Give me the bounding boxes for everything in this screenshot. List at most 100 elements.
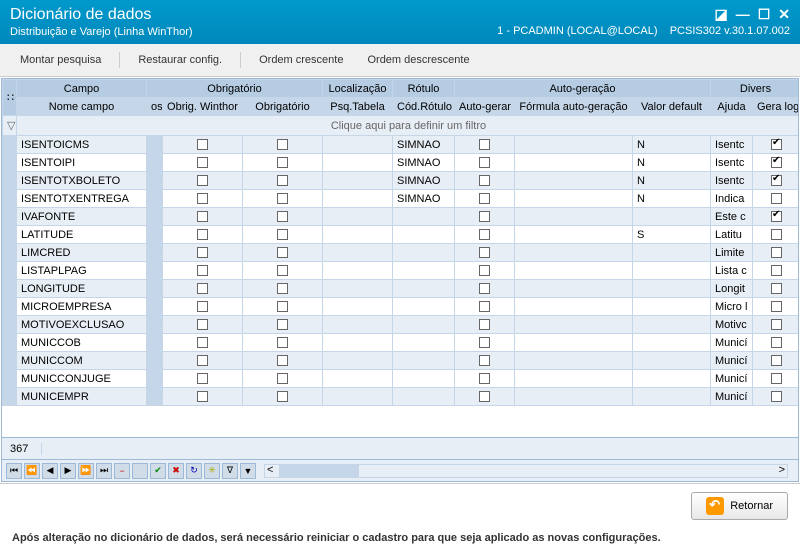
- nav-prior-icon[interactable]: ◀: [42, 463, 58, 479]
- checkbox-icon[interactable]: [277, 193, 288, 204]
- cell-obrigatorio[interactable]: [243, 298, 323, 316]
- col-obrigatorio[interactable]: Obrigatório: [243, 98, 323, 116]
- cell-cod-rotulo[interactable]: SIMNAO: [393, 154, 455, 172]
- checkbox-icon[interactable]: [771, 193, 782, 204]
- col-group-rotulo[interactable]: Rótulo: [393, 80, 455, 98]
- cell-ajuda[interactable]: Limite: [711, 244, 753, 262]
- cell-valor-default[interactable]: N: [633, 136, 711, 154]
- cell-valor-default[interactable]: N: [633, 172, 711, 190]
- nav-filter-icon[interactable]: ∇: [222, 463, 238, 479]
- cell-cod-rotulo[interactable]: [393, 316, 455, 334]
- cell-obrigatorio[interactable]: [243, 172, 323, 190]
- col-auto-gerar[interactable]: Auto-gerar: [455, 98, 515, 116]
- checkbox-icon[interactable]: [771, 283, 782, 294]
- table-row[interactable]: ISENTOICMSSIMNAONIsentc: [3, 136, 799, 154]
- col-cod-rotulo[interactable]: Cód.Rótulo: [393, 98, 455, 116]
- cell-os[interactable]: [147, 280, 163, 298]
- row-selector-header[interactable]: ∷: [3, 80, 17, 116]
- cell-ajuda[interactable]: Municí: [711, 334, 753, 352]
- horizontal-scrollbar[interactable]: < >: [264, 464, 788, 478]
- cell-obrig-winthor[interactable]: [163, 244, 243, 262]
- cell-psq[interactable]: [323, 352, 393, 370]
- row-handle[interactable]: [3, 388, 17, 406]
- cell-ajuda[interactable]: Indica: [711, 190, 753, 208]
- checkbox-icon[interactable]: [277, 139, 288, 150]
- row-handle[interactable]: [3, 334, 17, 352]
- cell-formula[interactable]: [515, 190, 633, 208]
- row-handle[interactable]: [3, 352, 17, 370]
- cell-ajuda[interactable]: Lista c: [711, 262, 753, 280]
- checkbox-icon[interactable]: [771, 337, 782, 348]
- row-handle[interactable]: [3, 262, 17, 280]
- cell-formula[interactable]: [515, 154, 633, 172]
- cell-gera-log[interactable]: [753, 136, 799, 154]
- checkbox-icon[interactable]: [197, 211, 208, 222]
- cell-auto-gerar[interactable]: [455, 136, 515, 154]
- cell-obrigatorio[interactable]: [243, 388, 323, 406]
- row-handle[interactable]: [3, 226, 17, 244]
- checkbox-icon[interactable]: [479, 319, 490, 330]
- cell-valor-default[interactable]: S: [633, 226, 711, 244]
- cell-gera-log[interactable]: [753, 334, 799, 352]
- cell-nome[interactable]: MUNICCOB: [17, 334, 147, 352]
- cell-psq[interactable]: [323, 370, 393, 388]
- checkbox-icon[interactable]: [277, 391, 288, 402]
- nav-last-icon[interactable]: ⏭: [96, 463, 112, 479]
- nav-delete-icon[interactable]: −: [114, 463, 130, 479]
- cell-os[interactable]: [147, 388, 163, 406]
- filter-handle[interactable]: ▽: [3, 116, 17, 136]
- cell-auto-gerar[interactable]: [455, 370, 515, 388]
- cell-ajuda[interactable]: Municí: [711, 370, 753, 388]
- checkbox-icon[interactable]: [197, 319, 208, 330]
- cell-os[interactable]: [147, 154, 163, 172]
- col-group-obrigatorio[interactable]: Obrigatório: [147, 80, 323, 98]
- row-handle[interactable]: [3, 172, 17, 190]
- row-handle[interactable]: [3, 280, 17, 298]
- filter-prompt[interactable]: Clique aqui para definir um filtro: [17, 116, 799, 136]
- cell-psq[interactable]: [323, 298, 393, 316]
- cell-gera-log[interactable]: [753, 244, 799, 262]
- cell-auto-gerar[interactable]: [455, 280, 515, 298]
- cell-os[interactable]: [147, 208, 163, 226]
- checkbox-icon[interactable]: [771, 157, 782, 168]
- nav-first-icon[interactable]: ⏮: [6, 463, 22, 479]
- col-psq-tabela[interactable]: Psq.Tabela: [323, 98, 393, 116]
- ordem-decrescente-button[interactable]: Ordem descrescente: [357, 50, 479, 70]
- cell-ajuda[interactable]: Motivc: [711, 316, 753, 334]
- cell-ajuda[interactable]: Isentc: [711, 172, 753, 190]
- checkbox-icon[interactable]: [771, 139, 782, 150]
- cell-os[interactable]: [147, 334, 163, 352]
- cell-obrig-winthor[interactable]: [163, 136, 243, 154]
- cell-obrig-winthor[interactable]: [163, 334, 243, 352]
- checkbox-icon[interactable]: [197, 157, 208, 168]
- col-group-autogeracao[interactable]: Auto-geração: [455, 80, 711, 98]
- cell-obrigatorio[interactable]: [243, 190, 323, 208]
- nav-next-page-icon[interactable]: ⏩: [78, 463, 94, 479]
- cell-auto-gerar[interactable]: [455, 388, 515, 406]
- cell-auto-gerar[interactable]: [455, 298, 515, 316]
- cell-gera-log[interactable]: [753, 154, 799, 172]
- cell-ajuda[interactable]: Isentc: [711, 154, 753, 172]
- cell-nome[interactable]: ISENTOTXBOLETO: [17, 172, 147, 190]
- checkbox-icon[interactable]: [771, 301, 782, 312]
- row-handle[interactable]: [3, 190, 17, 208]
- checkbox-icon[interactable]: [479, 229, 490, 240]
- cell-obrigatorio[interactable]: [243, 370, 323, 388]
- cell-psq[interactable]: [323, 280, 393, 298]
- cell-os[interactable]: [147, 352, 163, 370]
- checkbox-icon[interactable]: [277, 355, 288, 366]
- table-row[interactable]: MOTIVOEXCLUSAOMotivc: [3, 316, 799, 334]
- cell-ajuda[interactable]: Micro l: [711, 298, 753, 316]
- cell-valor-default[interactable]: [633, 352, 711, 370]
- row-handle[interactable]: [3, 370, 17, 388]
- col-obrig-winthor[interactable]: Obrig. Winthor: [163, 98, 243, 116]
- cell-auto-gerar[interactable]: [455, 154, 515, 172]
- cell-nome[interactable]: LISTAPLPAG: [17, 262, 147, 280]
- cell-nome[interactable]: ISENTOICMS: [17, 136, 147, 154]
- cell-cod-rotulo[interactable]: [393, 244, 455, 262]
- cell-auto-gerar[interactable]: [455, 244, 515, 262]
- checkbox-icon[interactable]: [479, 193, 490, 204]
- cell-obrig-winthor[interactable]: [163, 208, 243, 226]
- cell-gera-log[interactable]: [753, 370, 799, 388]
- cell-os[interactable]: [147, 316, 163, 334]
